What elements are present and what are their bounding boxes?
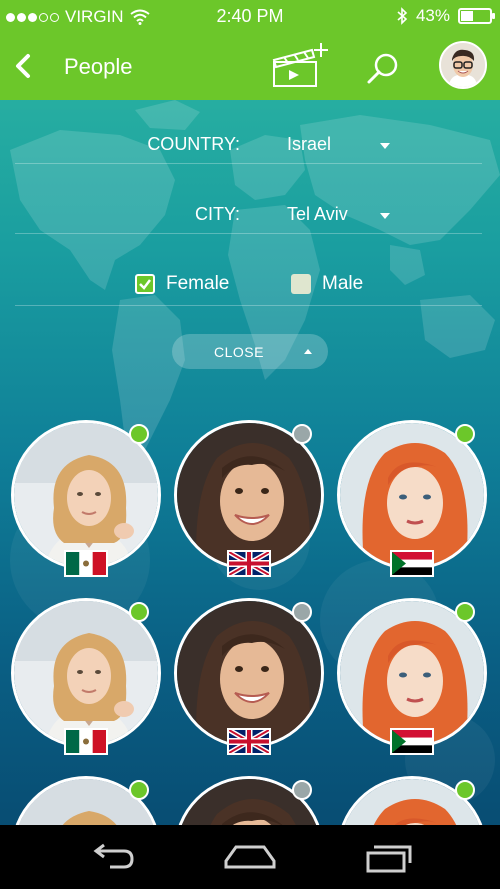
android-nav-bar — [0, 825, 500, 889]
status-right: 43% — [396, 6, 495, 26]
male-checkbox[interactable] — [291, 274, 311, 294]
status-bar: VIRGIN 2:40 PM 43% — [0, 0, 500, 32]
country-label: COUNTRY: — [147, 134, 240, 154]
person-card[interactable] — [11, 598, 161, 755]
city-label: CITY: — [194, 204, 240, 224]
app-header: People — [0, 32, 500, 100]
online-status-indicator — [455, 780, 475, 800]
city-dropdown-icon[interactable] — [380, 213, 390, 219]
person-card[interactable] — [174, 598, 324, 755]
mexico-flag-icon — [64, 728, 108, 755]
close-filters-button[interactable]: CLOSE — [172, 334, 328, 369]
online-status-indicator — [129, 424, 149, 444]
country-value[interactable]: Israel — [287, 134, 331, 155]
sudan-flag-icon — [390, 550, 434, 577]
online-status-indicator — [129, 780, 149, 800]
online-status-indicator — [129, 602, 149, 622]
person-card[interactable] — [337, 598, 487, 755]
uk-flag-icon — [227, 550, 271, 577]
nav-recents-button[interactable] — [362, 839, 418, 875]
offline-status-indicator — [292, 780, 312, 800]
close-label: CLOSE — [214, 344, 264, 360]
female-label[interactable]: Female — [166, 273, 229, 295]
clapperboard-add-icon — [272, 43, 328, 87]
offline-status-indicator — [292, 602, 312, 622]
online-status-indicator — [455, 424, 475, 444]
nav-home-button[interactable] — [222, 839, 278, 875]
male-label[interactable]: Male — [322, 273, 363, 295]
person-card[interactable] — [11, 420, 161, 577]
sudan-flag-icon — [390, 728, 434, 755]
city-filter-row[interactable]: CITY: Tel Aviv — [15, 192, 482, 234]
female-checkbox[interactable] — [135, 274, 155, 294]
nav-back-button[interactable] — [84, 839, 140, 875]
chevron-left-icon — [16, 54, 30, 78]
user-avatar[interactable] — [439, 41, 487, 89]
caret-up-icon — [304, 349, 312, 354]
person-card[interactable] — [174, 420, 324, 577]
uk-flag-icon — [227, 728, 271, 755]
page-title: People — [64, 54, 133, 79]
country-dropdown-icon[interactable] — [380, 143, 390, 149]
gender-filter-row: Female Male — [15, 262, 482, 306]
search-button[interactable] — [364, 50, 402, 88]
recent-apps-icon — [366, 845, 412, 873]
country-filter-row[interactable]: COUNTRY: Israel — [15, 122, 482, 164]
person-card[interactable] — [337, 420, 487, 577]
home-icon — [224, 845, 276, 869]
mexico-flag-icon — [64, 550, 108, 577]
add-video-button[interactable] — [272, 40, 332, 90]
battery-icon — [458, 8, 495, 24]
bluetooth-icon — [397, 7, 408, 25]
search-icon — [367, 53, 398, 84]
checkmark-icon — [139, 279, 151, 290]
back-button[interactable] — [10, 49, 40, 83]
online-status-indicator — [455, 602, 475, 622]
city-value[interactable]: Tel Aviv — [287, 204, 348, 225]
offline-status-indicator — [292, 424, 312, 444]
battery-percent: 43% — [415, 6, 450, 25]
back-icon — [93, 843, 134, 869]
